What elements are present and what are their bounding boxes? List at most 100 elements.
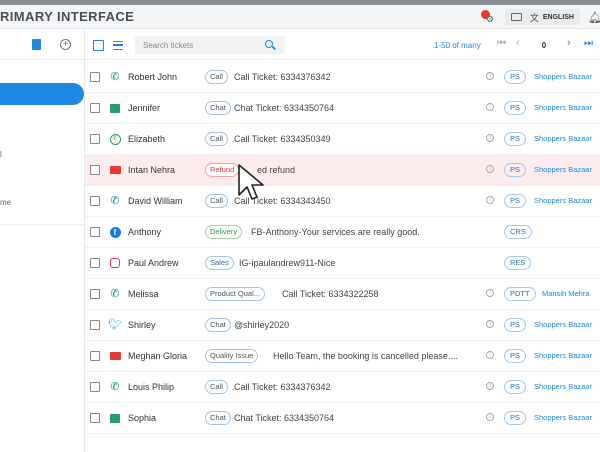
search-icon[interactable] [265, 40, 273, 48]
ticket-tag[interactable]: Product Qual... [205, 287, 266, 301]
ticket-tag[interactable]: Chat [205, 101, 231, 115]
ticket-contact-name[interactable]: Meghan Gloria [128, 351, 187, 361]
mail-icon [108, 349, 122, 363]
ticket-tag[interactable]: Call [205, 70, 228, 84]
ticket-contact-name[interactable]: Paul Andrew [128, 258, 179, 268]
ticket-tag[interactable]: Sales [205, 256, 234, 270]
ticket-tag[interactable]: Refund [205, 163, 240, 177]
ticket-subject[interactable]: @shirley2020 [234, 320, 289, 330]
ticket-row[interactable]: ✆ Louis Philip Call Call Ticket: 6334376342… [85, 372, 600, 403]
info-icon[interactable]: i [486, 72, 494, 80]
row-checkbox[interactable] [90, 289, 100, 299]
ticket-subject[interactable]: Hello Team, the booking is cancelled ple… [273, 351, 458, 361]
ticket-row[interactable]: f Anthony Delivery FB-Anthony-Your services… [85, 217, 600, 248]
ticket-subject[interactable]: Chat Ticket: 6334350764 [234, 413, 334, 423]
document-icon[interactable] [32, 39, 41, 50]
ticket-contact-name[interactable]: Jennifer [128, 103, 160, 113]
row-checkbox[interactable] [90, 413, 100, 423]
company-name[interactable]: Shoppers Bazaar [534, 165, 592, 174]
bell-icon[interactable]: 🔔︎ [588, 11, 600, 24]
company-name[interactable]: Shoppers Bazaar [534, 134, 592, 143]
company-name[interactable]: Shoppers Bazaar [534, 103, 592, 112]
row-checkbox[interactable] [90, 382, 100, 392]
notification-settings-icon[interactable]: ⚙ [480, 10, 495, 24]
ticket-tag[interactable]: Quality Issue [205, 349, 259, 363]
ticket-row[interactable]: ✆ David William Call Call Ticket: 633434345… [85, 186, 600, 217]
ticket-contact-name[interactable]: Anthony [128, 227, 161, 237]
ticket-tag[interactable]: Call [205, 132, 228, 146]
ticket-row[interactable]: ✆ Robert John Call Call Ticket: 6334376342 i… [85, 62, 600, 93]
ticket-subject[interactable]: Call Ticket: 6334322258 [282, 289, 379, 299]
row-checkbox[interactable] [90, 227, 100, 237]
info-icon[interactable]: i [486, 351, 494, 359]
info-icon[interactable]: i [486, 134, 494, 142]
ticket-contact-name[interactable]: Sophia [128, 413, 156, 423]
company-name[interactable]: Shoppers Bazaar [534, 196, 592, 205]
info-icon[interactable]: i [486, 382, 494, 390]
row-checkbox[interactable] [90, 103, 100, 113]
ticket-row[interactable]: Sophia Chat Chat Ticket: 6334350764 i PS Shop… [85, 403, 600, 434]
last-page-icon[interactable]: ⏭ [584, 38, 593, 49]
row-checkbox[interactable] [90, 165, 100, 175]
translate-icon: 文 [529, 12, 539, 23]
info-icon[interactable]: i [486, 320, 494, 328]
ticket-row[interactable]: 🐦︎ Shirley Chat @shirley2020 i PS Shoppers Baz… [85, 310, 600, 341]
pagination-range[interactable]: 1-50 of many [434, 41, 481, 50]
sidebar-item-label[interactable]: me [0, 198, 11, 207]
company-name[interactable]: Shoppers Bazaar [534, 413, 592, 422]
company-name[interactable]: Shoppers Bazaar [534, 382, 592, 391]
company-name[interactable]: Shoppers Bazaar [534, 320, 592, 329]
info-icon[interactable]: i [486, 289, 494, 297]
chevron-right-icon[interactable]: › [567, 37, 571, 49]
ticket-tag[interactable]: Call [205, 194, 228, 208]
info-icon[interactable]: i [486, 196, 494, 204]
select-all-checkbox[interactable] [93, 40, 104, 51]
row-checkbox[interactable] [90, 196, 100, 206]
ticket-row[interactable]: Jennifer Chat Chat Ticket: 6334350764 i PS Sh… [85, 93, 600, 124]
info-icon[interactable]: i [486, 413, 494, 421]
ticket-contact-name[interactable]: David William [128, 196, 183, 206]
ticket-subject[interactable]: Call Ticket: 6334376342 [234, 382, 331, 392]
ticket-tag[interactable]: Chat [205, 318, 231, 332]
first-page-icon[interactable]: ⏮ [497, 38, 506, 49]
ticket-subject[interactable]: Call Ticket: 6334350349 [234, 134, 331, 144]
company-name[interactable]: Mansih Mehra [542, 289, 590, 298]
page-number-field[interactable]: 0 [532, 39, 556, 53]
row-checkbox[interactable] [90, 134, 100, 144]
ticket-tag[interactable]: Call [205, 380, 228, 394]
ticket-subject[interactable]: Chat Ticket: 6334350764 [234, 103, 334, 113]
sidebar-item-active[interactable] [0, 83, 84, 105]
ticket-tag[interactable]: Chat [205, 411, 231, 425]
row-checkbox[interactable] [90, 351, 100, 361]
chevron-left-icon[interactable]: ‹ [516, 37, 520, 49]
ticket-contact-name[interactable]: Shirley [128, 320, 156, 330]
row-checkbox[interactable] [90, 258, 100, 268]
info-icon[interactable]: i [486, 165, 494, 173]
keyboard-icon[interactable] [510, 13, 522, 21]
row-checkbox[interactable] [90, 320, 100, 330]
ticket-contact-name[interactable]: Louis Philip [128, 382, 174, 392]
sidebar: + l me [0, 30, 85, 452]
company-name[interactable]: Shoppers Bazaar [534, 351, 592, 360]
row-checkbox[interactable] [90, 72, 100, 82]
ticket-contact-name[interactable]: Melissa [128, 289, 159, 299]
ticket-contact-name[interactable]: Intan Nehra [128, 165, 175, 175]
ticket-subject[interactable]: Call Ticket: 6334376342 [234, 72, 331, 82]
ticket-contact-name[interactable]: Elizabeth [128, 134, 165, 144]
ticket-subject[interactable]: FB-Anthony-Your services are really good… [251, 227, 420, 237]
ticket-subject[interactable]: IG-ipaulandrew911-Nice [239, 258, 335, 268]
add-circle-icon[interactable]: + [60, 39, 71, 50]
search-input[interactable] [135, 36, 285, 54]
ticket-row[interactable]: ✆ Elizabeth Call Call Ticket: 6334350349 i PS… [85, 124, 600, 155]
company-name[interactable]: Shoppers Bazaar [534, 72, 592, 81]
ticket-row[interactable]: ✆ Melissa Product Qual... Call Ticket: 6334… [85, 279, 600, 310]
ticket-row[interactable]: Paul Andrew Sales IG-ipaulandrew911-Nice RE… [85, 248, 600, 279]
language-selector[interactable]: 文 ENGLISH [504, 9, 580, 25]
info-icon[interactable]: i [486, 103, 494, 111]
sidebar-item-label[interactable]: l [0, 150, 2, 159]
ticket-row[interactable]: Intan Nehra Refund ed refund i PS Shoppers Ba… [85, 155, 600, 186]
list-view-icon[interactable] [113, 41, 123, 50]
ticket-row[interactable]: Meghan Gloria Quality Issue Hello Team, th… [85, 341, 600, 372]
ticket-tag[interactable]: Delivery [205, 225, 243, 239]
ticket-contact-name[interactable]: Robert John [128, 72, 177, 82]
